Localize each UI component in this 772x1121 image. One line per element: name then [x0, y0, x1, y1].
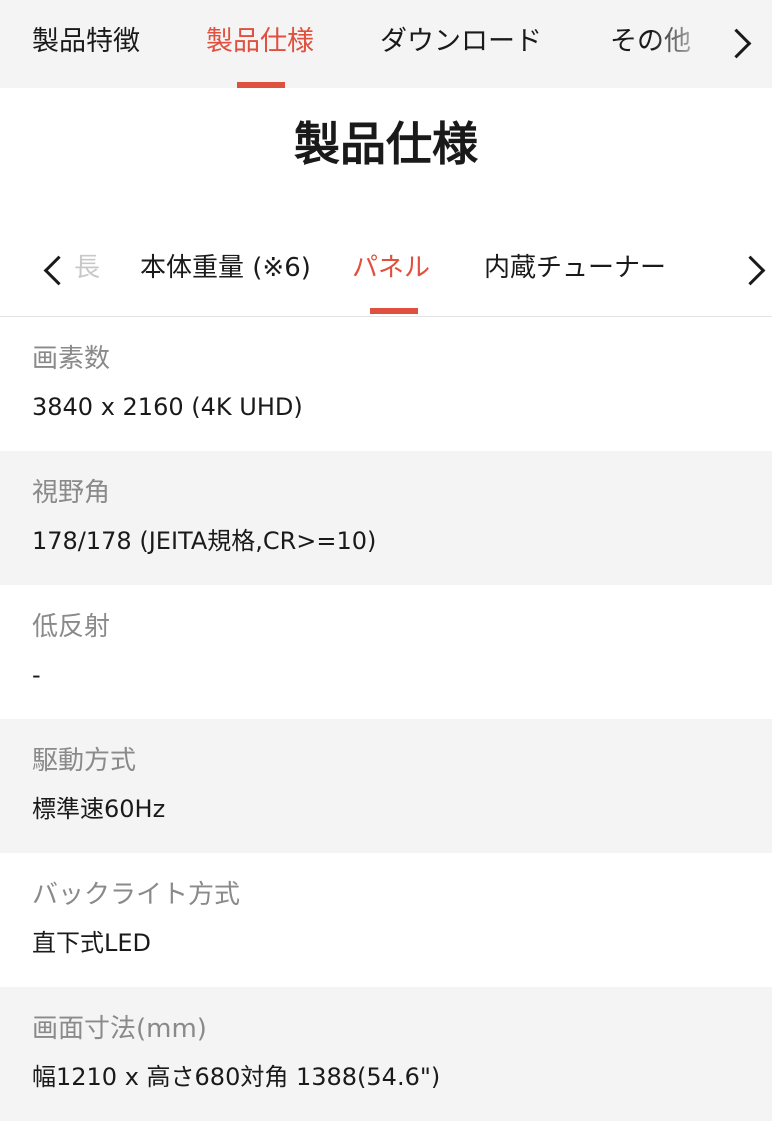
spec-row-drive-method: 駆動方式 標準速60Hz [0, 719, 772, 853]
tab-spec-panel[interactable]: パネル [352, 248, 430, 288]
spec-category-tab-bar: 長 本体重量 (※6) パネル 内蔵チューナー [0, 230, 772, 317]
tab-spec-partial[interactable]: 長 [74, 248, 100, 288]
spec-label: バックライト方式 [32, 880, 241, 910]
spec-label: 視野角 [32, 478, 111, 508]
spec-row-screen-dimensions: 画面寸法(mm) 幅1210 x 高さ680対角 1388(54.6") [0, 987, 772, 1121]
tab-spec-body-weight[interactable]: 本体重量 (※6) [140, 248, 311, 288]
tab-product-features[interactable]: 製品特徴 [32, 22, 140, 62]
spec-label: 駆動方式 [32, 746, 137, 776]
spec-row-viewing-angle: 視野角 178/178 (JEITA規格,CR>=10) [0, 451, 772, 585]
page-title: 製品仕様 [294, 117, 478, 171]
spec-row-pixel-count: 画素数 3840 x 2160 (4K UHD) [0, 317, 772, 451]
chevron-right-icon [721, 28, 752, 59]
sub-prev-button[interactable] [0, 230, 76, 316]
sub-next-button[interactable] [682, 230, 772, 316]
spec-value: 標準速60Hz [32, 795, 166, 823]
spec-value: 178/178 (JEITA規格,CR>=10) [32, 527, 377, 555]
spec-value: 3840 x 2160 (4K UHD) [32, 393, 303, 421]
tab-spec-built-in-tuner[interactable]: 内蔵チューナー [484, 248, 666, 288]
active-tab-indicator [237, 82, 285, 88]
spec-value: 幅1210 x 高さ680対角 1388(54.6") [32, 1063, 441, 1091]
chevron-right-icon [735, 255, 766, 286]
spec-row-low-reflection: 低反射 - [0, 585, 772, 719]
chevron-left-icon [43, 255, 74, 286]
top-tab-bar: 製品特徴 製品仕様 ダウンロード その他 [0, 0, 772, 88]
active-spec-tab-indicator [370, 308, 418, 314]
tab-product-specs[interactable]: 製品仕様 [206, 22, 314, 62]
tab-downloads[interactable]: ダウンロード [380, 22, 542, 62]
spec-label: 低反射 [32, 612, 111, 642]
spec-label: 画素数 [32, 344, 111, 374]
top-next-button[interactable] [712, 0, 772, 88]
tab-others[interactable]: その他 [610, 22, 691, 62]
spec-value: 直下式LED [32, 929, 152, 957]
spec-list: 画素数 3840 x 2160 (4K UHD) 視野角 178/178 (JE… [0, 317, 772, 1121]
spec-value: - [32, 661, 41, 689]
spec-row-backlight-method: バックライト方式 直下式LED [0, 853, 772, 987]
spec-label: 画面寸法(mm) [32, 1014, 207, 1044]
